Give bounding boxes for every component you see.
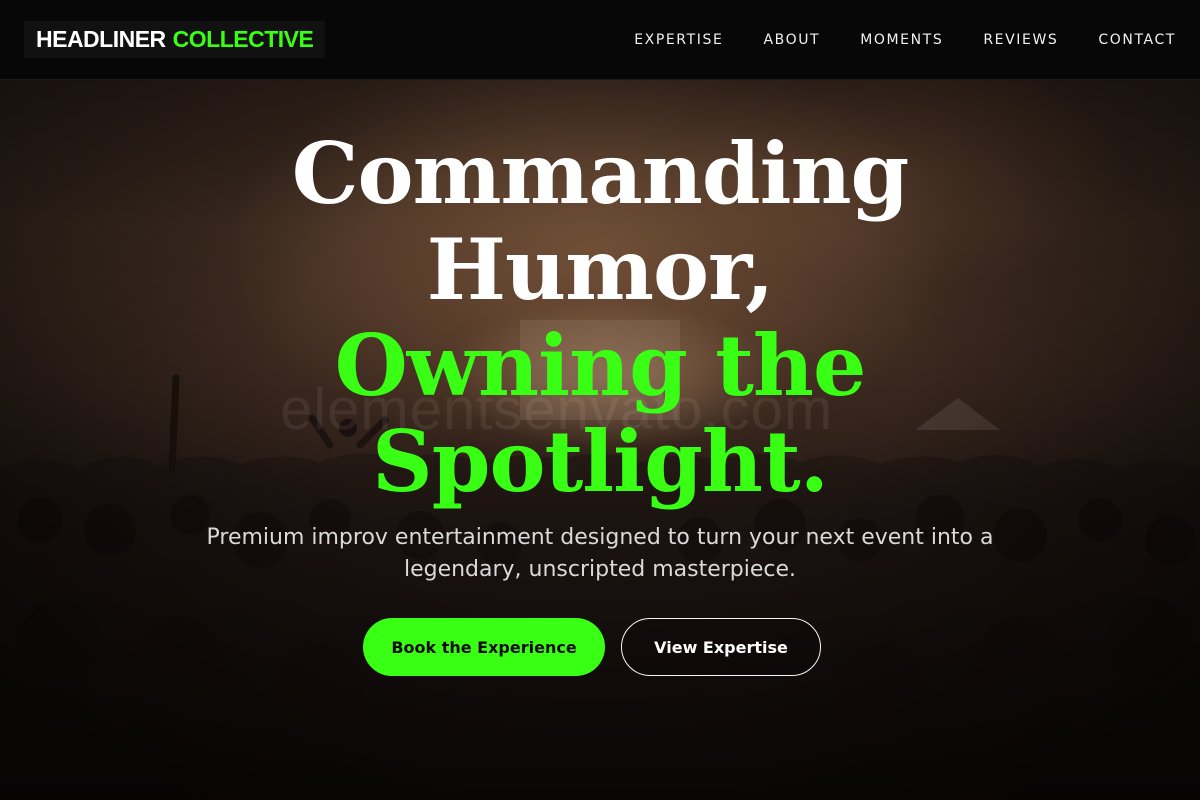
- nav-item-expertise[interactable]: EXPERTISE: [634, 32, 723, 48]
- nav-item-contact[interactable]: CONTACT: [1098, 32, 1176, 48]
- brand-logo[interactable]: HEADLINER COLLECTIVE: [24, 21, 326, 58]
- book-experience-button[interactable]: Book the Experience: [363, 618, 605, 676]
- cta-group: Book the Experience View Expertise: [0, 618, 1200, 676]
- nav-item-reviews[interactable]: REVIEWS: [983, 32, 1058, 48]
- brand-name-accent: COLLECTIVE: [172, 26, 314, 52]
- nav-menu: EXPERTISE ABOUT MOMENTS REVIEWS CONTACT: [594, 32, 1176, 48]
- navbar: HEADLINER COLLECTIVE EXPERTISE ABOUT MOM…: [0, 0, 1200, 80]
- hero-section: Commanding Humor, Owning the Spotlight. …: [0, 80, 1200, 800]
- headline-line-3: Owning the: [334, 316, 867, 415]
- brand-name-primary: HEADLINER: [36, 26, 166, 52]
- hero-headline: Commanding Humor, Owning the Spotlight.: [0, 126, 1200, 510]
- nav-item-moments[interactable]: MOMENTS: [860, 32, 943, 48]
- headline-line-4: Spotlight.: [372, 412, 829, 511]
- view-expertise-button[interactable]: View Expertise: [621, 618, 821, 676]
- headline-line-1: Commanding: [291, 124, 910, 223]
- nav-item-about[interactable]: ABOUT: [763, 32, 820, 48]
- hero-subtitle: Premium improv entertainment designed to…: [206, 525, 994, 582]
- headline-line-2: Humor,: [426, 220, 775, 319]
